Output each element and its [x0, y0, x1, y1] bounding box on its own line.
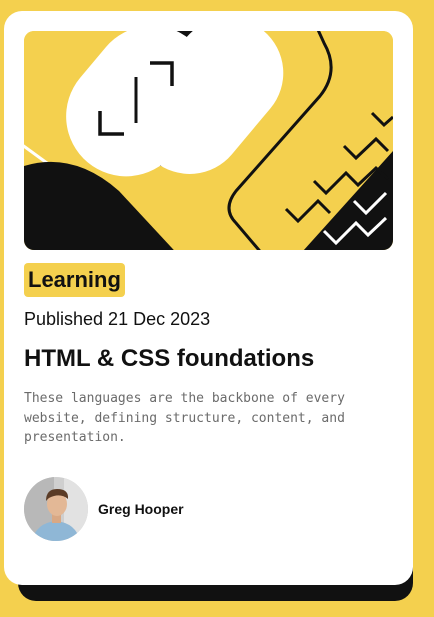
hero-illustration: [24, 31, 393, 250]
author-name: Greg Hooper: [98, 501, 184, 517]
category-badge: Learning: [24, 263, 125, 297]
published-date: Published 21 Dec 2023: [24, 309, 211, 329]
category-label: Learning: [28, 267, 121, 292]
blog-preview-card: Learning Published 21 Dec 2023 HTML & CS…: [4, 11, 413, 585]
page: Learning Published 21 Dec 2023 HTML & CS…: [0, 0, 434, 617]
avatar: [24, 477, 88, 541]
card-title[interactable]: HTML & CSS foundations: [24, 345, 314, 373]
card-description: These languages are the backbone of ever…: [24, 391, 345, 445]
author: Greg Hooper: [24, 477, 184, 541]
